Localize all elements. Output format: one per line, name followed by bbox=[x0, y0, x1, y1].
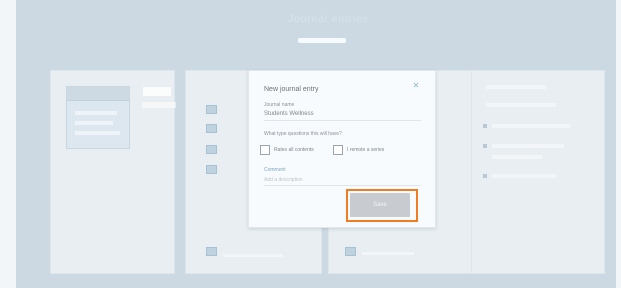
row-icon bbox=[345, 247, 356, 256]
right-row bbox=[492, 155, 542, 159]
comment-label: Comment bbox=[264, 167, 286, 173]
right-row bbox=[492, 124, 570, 128]
side-tag bbox=[143, 87, 171, 96]
rates-all-contents-checkbox[interactable] bbox=[260, 145, 270, 155]
remote-series-label: I remote a series bbox=[347, 147, 385, 153]
comment-underline bbox=[264, 185, 421, 186]
comment-input[interactable]: Add a description bbox=[264, 177, 303, 183]
row-icon bbox=[206, 145, 217, 154]
thumbnail-line bbox=[75, 121, 113, 125]
left-panel bbox=[50, 70, 176, 274]
thumbnail-line bbox=[75, 111, 117, 115]
row-icon bbox=[206, 247, 217, 256]
row-icon bbox=[206, 105, 217, 114]
right-row bbox=[486, 85, 546, 89]
modal-title: New journal entry bbox=[264, 86, 319, 93]
save-button[interactable]: Save bbox=[350, 193, 410, 217]
rates-all-contents-label: Rates all contents bbox=[274, 147, 314, 153]
journal-name-field[interactable]: Students Wellness bbox=[264, 111, 314, 117]
header-bar bbox=[298, 38, 346, 43]
row-icon bbox=[206, 124, 217, 133]
right-dot bbox=[483, 144, 487, 148]
journal-name-label: Journal name bbox=[264, 102, 295, 108]
row-line bbox=[362, 252, 414, 255]
page-title: Journal entries bbox=[288, 14, 369, 25]
thumbnail-header bbox=[67, 87, 129, 101]
right-panel bbox=[471, 70, 605, 274]
question-label: What type questions this will have? bbox=[264, 131, 342, 137]
close-icon[interactable]: ✕ bbox=[411, 81, 421, 91]
remote-series-checkbox[interactable] bbox=[333, 145, 343, 155]
thumbnail-line bbox=[75, 131, 120, 135]
app-background: Journal entries New journal entry ✕ Jour… bbox=[16, 0, 616, 288]
side-tag-secondary bbox=[142, 102, 176, 108]
row-line bbox=[223, 254, 283, 257]
right-row bbox=[486, 103, 556, 107]
right-dot bbox=[483, 124, 487, 128]
thumbnail-card bbox=[66, 86, 130, 149]
row-icon bbox=[206, 165, 217, 174]
right-dot bbox=[483, 174, 487, 178]
field-underline bbox=[264, 120, 421, 121]
screenshot-canvas: Journal entries New journal entry ✕ Jour… bbox=[0, 0, 621, 288]
right-row bbox=[492, 144, 564, 148]
right-row bbox=[492, 174, 556, 178]
